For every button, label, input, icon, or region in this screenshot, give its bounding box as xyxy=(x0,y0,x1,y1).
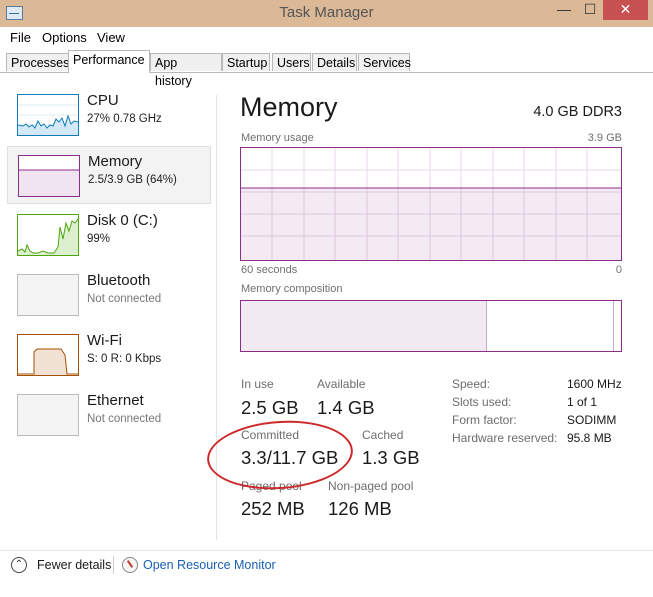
graph-time-right: 0 xyxy=(615,264,622,276)
ethernet-thumbnail-graph xyxy=(17,394,79,436)
footer-bar: ⌃ Fewer details Open Resource Monitor xyxy=(0,550,653,581)
hardware-reserved-value: 95.8 MB xyxy=(567,431,612,445)
menu-options[interactable]: Options xyxy=(42,30,87,45)
sidebar-item-label: Wi-Fi xyxy=(87,332,122,349)
cpu-thumbnail-graph xyxy=(17,94,79,136)
sidebar-item-sub: Not connected xyxy=(87,413,162,425)
resource-monitor-icon[interactable] xyxy=(122,557,138,573)
tab-details[interactable]: Details xyxy=(312,53,357,71)
paged-pool-value: 252 MB xyxy=(241,498,305,519)
tab-startup[interactable]: Startup xyxy=(222,53,270,71)
open-resource-monitor-link[interactable]: Open Resource Monitor xyxy=(143,558,276,572)
close-button[interactable]: ✕ xyxy=(603,0,648,20)
tab-processes[interactable]: Processes xyxy=(6,53,69,71)
speed-label: Speed: xyxy=(452,377,491,391)
menu-bar: File Options View xyxy=(0,27,653,50)
disk-thumbnail-graph xyxy=(17,214,79,256)
form-factor-value: SODIMM xyxy=(567,413,617,427)
sidebar-item-cpu[interactable]: CPU 27% 0.78 GHz xyxy=(7,86,211,144)
minimize-button[interactable]: — xyxy=(551,0,577,20)
memory-thumbnail-graph xyxy=(18,155,80,197)
tab-services[interactable]: Services xyxy=(358,53,411,71)
composition-divider xyxy=(613,301,614,351)
menu-file[interactable]: File xyxy=(10,30,31,45)
bluetooth-thumbnail-graph xyxy=(17,274,79,316)
sidebar-item-sub: 2.5/3.9 GB (64%) xyxy=(88,174,177,186)
memory-usage-area xyxy=(241,188,621,260)
hardware-reserved-label: Hardware reserved: xyxy=(452,431,558,445)
memory-usage-max: 3.9 GB xyxy=(587,132,622,144)
footer-divider xyxy=(113,556,114,574)
wifi-thumbnail-graph xyxy=(17,334,79,376)
non-paged-pool-value: 126 MB xyxy=(328,498,392,519)
task-manager-window: Task Manager — ☐ ✕ File Options View Pro… xyxy=(0,0,653,597)
title-bar[interactable]: Task Manager — ☐ ✕ xyxy=(0,0,653,27)
sidebar-item-sub: 99% xyxy=(87,233,111,245)
sidebar-item-label: Memory xyxy=(88,153,143,170)
cached-label: Cached xyxy=(362,428,404,442)
graph-time-left: 60 seconds xyxy=(241,264,298,276)
tab-strip: Processes Performance App history Startu… xyxy=(0,49,653,88)
memory-composition-bar xyxy=(240,300,622,352)
sidebar-item-memory[interactable]: Memory 2.5/3.9 GB (64%) xyxy=(7,146,211,204)
sidebar-item-sub: Not connected xyxy=(87,293,162,305)
tab-users[interactable]: Users xyxy=(272,53,311,71)
maximize-button[interactable]: ☐ xyxy=(577,0,603,20)
tab-app-history[interactable]: App history xyxy=(150,53,222,88)
available-value: 1.4 GB xyxy=(317,397,375,418)
memory-composition-label: Memory composition xyxy=(241,283,343,295)
available-label: Available xyxy=(317,377,366,391)
sidebar-item-label: Disk 0 (C:) xyxy=(87,212,158,229)
sidebar-item-bluetooth[interactable]: Bluetooth Not connected xyxy=(7,266,211,324)
slots-used-value: 1 of 1 xyxy=(567,395,598,409)
sidebar-item-ethernet[interactable]: Ethernet Not connected xyxy=(7,386,211,444)
composition-in-use xyxy=(241,301,487,351)
cached-value: 1.3 GB xyxy=(362,447,420,468)
fewer-details-button[interactable]: Fewer details xyxy=(37,558,111,572)
page-title: Memory xyxy=(240,92,338,122)
form-factor-label: Form factor: xyxy=(452,413,517,427)
memory-spec: 4.0 GB DDR3 xyxy=(533,104,622,120)
menu-view[interactable]: View xyxy=(97,30,125,45)
memory-usage-label: Memory usage xyxy=(241,132,314,144)
non-paged-pool-label: Non-paged pool xyxy=(328,479,414,493)
sidebar-item-sub: 27% 0.78 GHz xyxy=(87,113,162,125)
in-use-label: In use xyxy=(241,377,274,391)
sidebar-item-sub: S: 0 R: 0 Kbps xyxy=(87,353,162,365)
sidebar-item-wifi[interactable]: Wi-Fi S: 0 R: 0 Kbps xyxy=(7,326,211,384)
sidebar-item-label: Ethernet xyxy=(87,392,144,409)
chevron-up-icon[interactable]: ⌃ xyxy=(11,557,27,573)
tab-performance[interactable]: Performance xyxy=(68,50,150,73)
sidebar-item-label: CPU xyxy=(87,92,119,109)
slots-used-label: Slots used: xyxy=(452,395,512,409)
sidebar-item-label: Bluetooth xyxy=(87,272,151,289)
in-use-value: 2.5 GB xyxy=(241,397,299,418)
sidebar-item-disk[interactable]: Disk 0 (C:) 99% xyxy=(7,206,211,264)
speed-value: 1600 MHz xyxy=(567,377,622,391)
memory-usage-graph xyxy=(240,147,622,261)
